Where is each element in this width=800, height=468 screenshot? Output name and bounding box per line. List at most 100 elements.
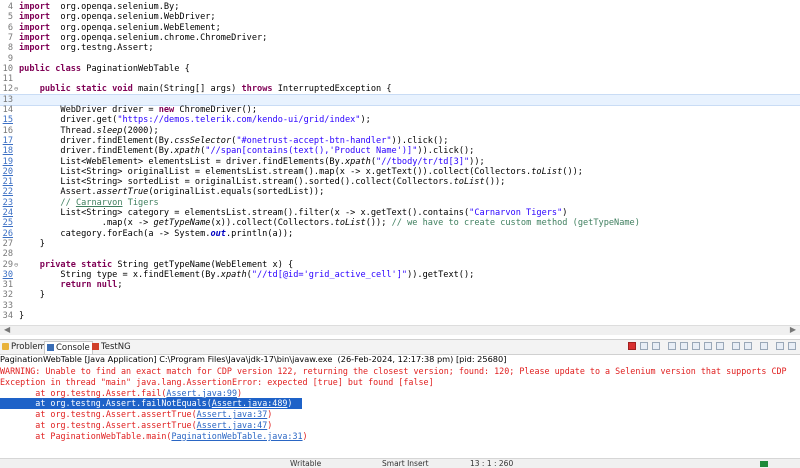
open-console-icon[interactable] xyxy=(760,342,768,350)
line-number: 16 xyxy=(2,125,13,136)
scroll-left-icon[interactable]: ◀ xyxy=(4,325,10,334)
stacktrace-link[interactable]: Assert.java:489 xyxy=(212,398,288,408)
console-line[interactable]: WARNING: Unable to find an exact match f… xyxy=(0,366,787,377)
line-number: 6 xyxy=(7,22,13,33)
console-text: at org.testng.Assert.assertTrue( xyxy=(0,420,197,430)
code-text: category.forEach(a -> System.out.println… xyxy=(19,229,293,239)
code-line[interactable]: 28 xyxy=(0,249,800,259)
code-line[interactable]: 31 return null; xyxy=(0,280,800,290)
stacktrace-link[interactable]: Assert.java:99 xyxy=(166,388,237,398)
remove-launch-icon[interactable] xyxy=(640,342,648,350)
code-line[interactable]: 10 public class PaginationWebTable { xyxy=(0,64,800,74)
stacktrace-link[interactable]: Assert.java:37 xyxy=(197,409,268,419)
code-token: (originalList.equals(sortedList)); xyxy=(148,187,325,198)
code-line[interactable]: 6 import org.openqa.selenium.WebElement; xyxy=(0,23,800,33)
console-line[interactable]: at org.testng.Assert.failNotEquals(Asser… xyxy=(0,398,302,410)
show-on-output-icon[interactable] xyxy=(704,342,712,350)
code-line[interactable]: 7 import org.openqa.selenium.chrome.Chrom… xyxy=(0,33,800,43)
line-number: 17 xyxy=(2,135,13,146)
code-token: xpath xyxy=(174,146,201,157)
code-line[interactable]: 30 String type = x.findElement(By.xpath(… xyxy=(0,270,800,280)
code-line[interactable]: 26 category.forEach(a -> System.out.prin… xyxy=(0,229,800,239)
console-text: at org.testng.Assert.fail( xyxy=(0,387,167,398)
line-number: 32 xyxy=(2,290,13,301)
code-line[interactable]: 16 Thread.sleep(2000); xyxy=(0,126,800,136)
code-text: List<String> originalList = elementsList… xyxy=(19,167,583,177)
scroll-lock-icon[interactable] xyxy=(680,342,688,350)
console-text: at org.testng.Assert.assertTrue( xyxy=(0,409,197,420)
code-line[interactable]: 22 Assert.assertTrue(originalList.equals… xyxy=(0,187,800,197)
clear-console-icon[interactable] xyxy=(668,342,676,350)
code-token: )); xyxy=(469,156,485,167)
code-token: "//span[contains(text(),'Product Name')]… xyxy=(205,146,418,157)
line-number: 19 xyxy=(2,156,13,167)
code-text: } xyxy=(19,311,24,321)
code-line[interactable]: 12 ⊖ public static void main(String[] arg… xyxy=(0,84,800,94)
line-number: 34 xyxy=(2,311,13,321)
console-line[interactable]: at org.testng.Assert.assertTrue(Assert.j… xyxy=(0,409,272,420)
code-line[interactable]: 23 // Carnarvon Tigers xyxy=(0,198,800,208)
code-line[interactable]: 25 .map(x -> getTypeName(x)).collect(Col… xyxy=(0,218,800,228)
code-token: org.openqa.selenium.chrome.ChromeDriver; xyxy=(50,32,268,43)
console-line[interactable]: Exception in thread "main" java.lang.Ass… xyxy=(0,377,434,388)
code-line[interactable]: 9 xyxy=(0,54,800,64)
code-line[interactable]: 13 xyxy=(0,93,800,107)
code-text: driver.get("https://demos.telerik.com/ke… xyxy=(19,115,370,125)
code-token: List<WebElement> elementsList = driver.f… xyxy=(19,156,345,167)
editor-horizontal-scrollbar[interactable]: ◀ ▶ xyxy=(0,325,800,335)
code-text: import org.openqa.selenium.chrome.Chrome… xyxy=(19,33,267,43)
line-number: 22 xyxy=(2,187,13,198)
code-line[interactable]: 8 import org.testng.Assert; xyxy=(0,43,800,53)
code-token: // xyxy=(60,197,76,208)
remove-all-icon[interactable] xyxy=(652,342,660,350)
stacktrace-link[interactable]: PaginationWebTable.java:31 xyxy=(171,431,302,441)
code-token: List<String> sortedList = originalList.s… xyxy=(19,177,454,188)
code-line[interactable]: 18 driver.findElement(By.xpath("//span[c… xyxy=(0,146,800,156)
maximize-icon[interactable] xyxy=(788,342,796,350)
code-token: // we have to create custom method (getT… xyxy=(391,218,640,229)
tab-console[interactable]: Console xyxy=(44,341,93,354)
line-number: 29 xyxy=(2,259,13,270)
line-number: 26 xyxy=(2,228,13,239)
code-token: "Carnarvon Tigers" xyxy=(469,208,563,218)
code-token: import xyxy=(19,2,51,12)
code-token: cssSelector xyxy=(174,135,232,146)
code-line[interactable]: 34} xyxy=(0,311,800,321)
console-output[interactable]: WARNING: Unable to find an exact match f… xyxy=(0,366,800,454)
code-line[interactable]: 21 List<String> sortedList = originalLis… xyxy=(0,177,800,187)
code-token: import xyxy=(19,12,51,23)
minimize-icon[interactable] xyxy=(776,342,784,350)
code-line[interactable]: 33 xyxy=(0,301,800,311)
word-wrap-icon[interactable] xyxy=(692,342,700,350)
code-line[interactable]: 27 } xyxy=(0,239,800,249)
line-number: 28 xyxy=(2,249,13,260)
code-token: click(); xyxy=(432,146,475,157)
scroll-right-icon[interactable]: ▶ xyxy=(790,325,796,334)
console-line[interactable]: at PaginationWebTable.main(PaginationWeb… xyxy=(0,431,307,442)
code-token: toList xyxy=(453,177,485,188)
tab-problems[interactable]: Problems xyxy=(2,341,50,353)
show-on-error-icon[interactable] xyxy=(716,342,724,350)
console-line[interactable]: at org.testng.Assert.fail(Assert.java:99… xyxy=(0,388,242,399)
code-line[interactable]: 20 List<String> originalList = elementsL… xyxy=(0,167,800,177)
code-editor[interactable]: 4 import org.openqa.selenium.By; 5 import o… xyxy=(0,0,800,328)
code-line[interactable]: 4 import org.openqa.selenium.By; xyxy=(0,2,800,12)
code-line[interactable]: 14 WebDriver driver = new ChromeDriver()… xyxy=(0,105,800,115)
code-line[interactable]: 17 driver.findElement(By.cssSelector("#o… xyxy=(0,136,800,146)
display-console-icon[interactable] xyxy=(744,342,752,350)
stacktrace-link[interactable]: Assert.java:47 xyxy=(197,420,268,430)
tab-testng[interactable]: TestNG xyxy=(92,341,131,353)
code-token: PaginationWebTable { xyxy=(81,63,190,74)
terminate-icon[interactable] xyxy=(628,342,636,350)
console-line[interactable]: at org.testng.Assert.assertTrue(Assert.j… xyxy=(0,420,272,431)
code-line[interactable]: 24 List<String> category = elementsList.… xyxy=(0,208,800,218)
code-line[interactable]: 5 import org.openqa.selenium.WebDriver; xyxy=(0,12,800,22)
code-line[interactable]: 32 } xyxy=(0,290,800,300)
code-line[interactable]: 19 List<WebElement> elementsList = drive… xyxy=(0,157,800,167)
code-line[interactable]: 15 driver.get("https://demos.telerik.com… xyxy=(0,115,800,125)
code-text: import org.openqa.selenium.By; xyxy=(19,2,179,12)
code-line[interactable]: 29 ⊖ private static String getTypeName(We… xyxy=(0,260,800,270)
code-line[interactable]: 11 xyxy=(0,74,800,84)
pin-console-icon[interactable] xyxy=(732,342,740,350)
